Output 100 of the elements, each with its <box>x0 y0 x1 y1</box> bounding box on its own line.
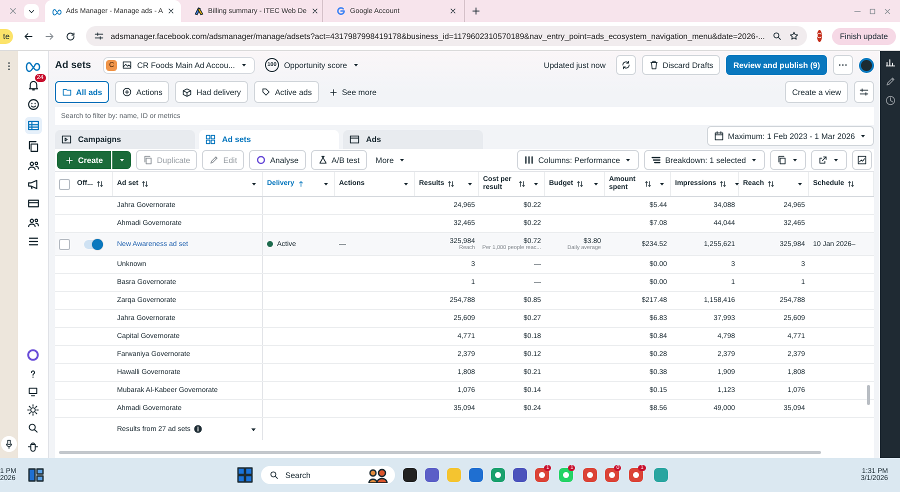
copy-icon[interactable] <box>26 140 40 153</box>
calendar-icon <box>714 131 724 141</box>
chat-app-icon[interactable] <box>425 468 440 482</box>
caret-down-icon <box>859 132 867 140</box>
caret-down-icon <box>466 180 474 188</box>
reload-icon[interactable] <box>64 30 76 42</box>
create-menu-button[interactable] <box>112 151 131 169</box>
row-checkbox[interactable] <box>58 238 70 250</box>
export-icon <box>818 155 828 165</box>
filter-settings-button[interactable] <box>854 81 874 103</box>
export-button[interactable] <box>811 150 847 170</box>
bell-icon[interactable] <box>26 79 40 92</box>
scrollbar-thumb[interactable] <box>867 385 870 405</box>
microphone-button[interactable] <box>1 436 17 452</box>
level-tab[interactable]: Ads <box>343 130 483 149</box>
date-range-button[interactable]: Maximum: 1 Feb 2023 - 1 Mar 2026 <box>706 126 874 146</box>
review-publish-button[interactable]: Review and publish (9) <box>726 55 827 75</box>
filter-button[interactable]: Had delivery <box>175 81 248 103</box>
account-avatar[interactable] <box>859 58 874 72</box>
breakdown-icon <box>651 155 662 165</box>
close-icon[interactable] <box>449 7 457 15</box>
ab-test-button[interactable]: A/B test <box>310 150 367 170</box>
caret-down-icon <box>796 180 804 188</box>
address-bar[interactable]: adsmanager.facebook.com/adsmanager/manage/adsets?act=4317987998419178&business_id=1179602310570189&nav_entry_point=ads_ecosystem_navigation_menu&date=2026-... <box>86 26 807 46</box>
clock-icon[interactable] <box>884 95 896 106</box>
see-more-button[interactable]: See more <box>324 84 381 100</box>
chart-button[interactable] <box>852 150 872 170</box>
discard-drafts-button[interactable]: Discard Drafts <box>642 55 720 75</box>
level-tab[interactable]: Ad sets <box>199 130 339 149</box>
people-icon[interactable] <box>26 159 40 172</box>
ring-icon[interactable] <box>26 348 40 362</box>
filter-button[interactable]: Active ads <box>254 81 319 103</box>
pencil-icon <box>209 155 220 165</box>
level-tab[interactable]: Campaigns <box>55 130 195 149</box>
settings-icon[interactable] <box>27 404 39 416</box>
sort-icon <box>518 180 526 188</box>
create-button[interactable]: Create <box>57 151 111 169</box>
bug-icon[interactable] <box>27 440 39 452</box>
table-icon[interactable] <box>26 119 40 132</box>
edge-app-icon[interactable] <box>491 468 506 482</box>
star-icon[interactable] <box>788 31 799 41</box>
plus-icon[interactable] <box>471 6 481 16</box>
toggle-switch[interactable] <box>84 240 102 248</box>
caret-down-icon <box>250 180 258 188</box>
maximize-icon[interactable] <box>868 6 877 16</box>
analyse-button[interactable]: Analyse <box>249 150 306 170</box>
store-app-icon[interactable] <box>469 468 484 482</box>
image-icon <box>122 60 132 70</box>
caret-down-icon <box>352 61 360 69</box>
whatsapp-app-icon[interactable] <box>559 468 574 482</box>
info-icon[interactable] <box>194 425 202 433</box>
bar-chart-icon[interactable] <box>884 57 896 68</box>
forward-arrow-icon[interactable] <box>44 30 55 42</box>
create-view-button[interactable]: Create a view <box>785 81 848 103</box>
back-arrow-icon[interactable] <box>22 30 34 42</box>
smiley-icon[interactable] <box>26 98 40 111</box>
caret-down-icon <box>240 61 248 69</box>
caret-down-icon <box>658 180 666 188</box>
sort-icon <box>576 180 584 188</box>
widgets-icon[interactable] <box>28 467 44 483</box>
megaphone-icon[interactable] <box>26 178 40 191</box>
sort-icon <box>847 180 856 188</box>
reports-button[interactable] <box>770 150 806 170</box>
copy-icon <box>142 155 153 165</box>
chrome-app-icon[interactable] <box>535 468 550 482</box>
finish-update-button[interactable]: Finish update <box>832 28 896 44</box>
line-chart-icon <box>857 155 867 165</box>
close-icon[interactable] <box>310 7 319 15</box>
chrome-app-icon[interactable] <box>605 468 620 482</box>
windows-start-icon[interactable] <box>237 467 254 483</box>
filter-button[interactable]: All ads <box>55 81 110 103</box>
refresh-button[interactable] <box>616 55 636 75</box>
select-all-checkbox[interactable] <box>58 178 70 190</box>
box-icon <box>182 87 192 97</box>
filter-button[interactable]: Actions <box>115 81 170 103</box>
menu-icon[interactable] <box>26 235 40 248</box>
scrollbar-thumb[interactable] <box>59 451 822 454</box>
credit-card-icon[interactable] <box>26 197 40 210</box>
notification-pill[interactable]: te <box>0 28 13 44</box>
caret-down-icon <box>592 180 600 188</box>
caret-down-icon <box>322 180 330 188</box>
breakdown-button[interactable]: Breakdown: 1 selected <box>644 150 765 170</box>
folder-icon <box>62 87 72 97</box>
tab-list-button[interactable] <box>24 4 39 18</box>
pencil-icon[interactable] <box>884 76 896 87</box>
search-icon[interactable] <box>772 31 782 41</box>
columns-button[interactable]: Columns: Performance <box>517 150 640 170</box>
sliders-icon <box>859 87 869 97</box>
teams-app-icon[interactable] <box>513 468 528 482</box>
more-menu-button[interactable]: More <box>372 152 410 168</box>
people-icon[interactable] <box>26 216 40 229</box>
taskbar-search[interactable]: Search <box>261 466 396 484</box>
close-icon[interactable] <box>166 7 175 15</box>
square-app-icon[interactable] <box>403 468 418 482</box>
chrome-app-icon[interactable] <box>629 468 644 482</box>
search-icon[interactable] <box>27 422 39 434</box>
chrome-app-icon[interactable] <box>583 468 598 482</box>
refresh-icon <box>620 60 631 70</box>
caret-down-icon <box>750 156 758 164</box>
page-title: Ad sets <box>55 60 92 70</box>
